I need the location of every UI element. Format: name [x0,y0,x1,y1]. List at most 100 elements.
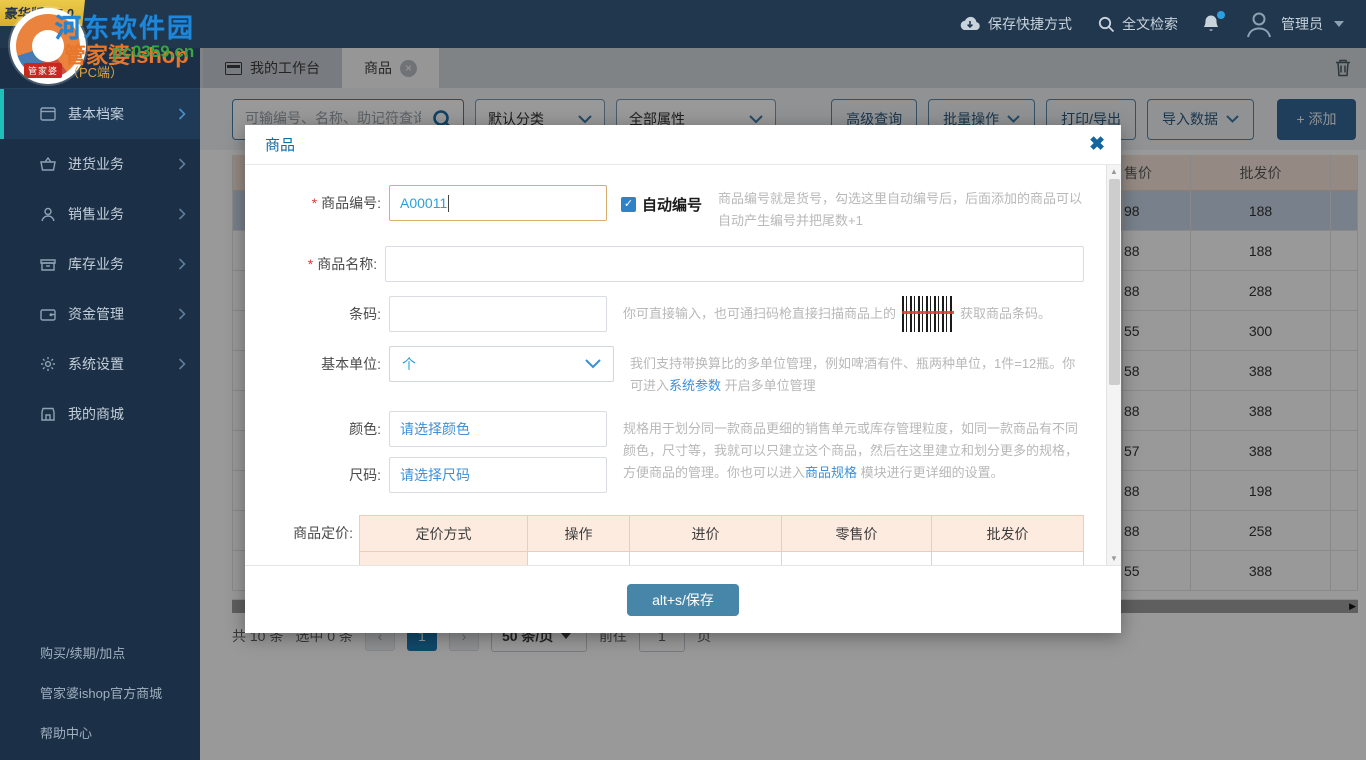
watermark-site-name: 河东软件园 [55,13,196,43]
sidebar-item-label: 进货业务 [68,156,124,172]
pricing-table: 定价方式 操作 进价 零售价 批发价 统一定价 0 0 0 [359,515,1084,565]
global-search-button[interactable]: 全文检索 [1090,14,1186,34]
chevron-right-icon [178,158,186,170]
official-mall-link[interactable]: 管家婆ishop官方商城 [0,672,200,712]
close-icon[interactable]: ✖ [1089,133,1105,156]
pricing-method-cell: 统一定价 [359,551,528,565]
pricing-col-retail: 零售价 [781,515,932,552]
product-code-input[interactable]: A00011 [389,185,607,221]
product-code-value: A00011 [400,195,448,211]
logo-zone: 豪华版 V5.0 管家婆 管家婆ishop （PC端） 河东软件园 pc0359… [0,0,200,92]
sidebar-item-inventory[interactable]: 库存业务 [0,239,200,289]
barcode-hint-after: 获取商品条码。 [960,306,1052,321]
base-unit-hint: 我们支持带换算比的多单位管理，例如啤酒有件、瓶两种单位，1件=12瓶。你可进入系… [630,353,1084,397]
required-asterisk: * [307,256,314,272]
sidebar-item-sales[interactable]: 销售业务 [0,189,200,239]
modal-footer: alt+s/保存 [245,565,1121,633]
help-center-link[interactable]: 帮助中心 [0,712,200,752]
product-code-label: 商品编号: [321,195,381,211]
product-name-input[interactable] [384,246,1085,282]
base-unit-value: 个 [402,356,416,372]
color-row: 颜色: 请选择颜色 [267,411,607,447]
size-placeholder: 请选择尺码 [400,467,470,483]
notifications-button[interactable] [1196,11,1226,34]
save-button[interactable]: alt+s/保存 [627,583,739,616]
notification-dot [1217,11,1225,19]
text-cursor [448,194,450,212]
size-picker[interactable]: 请选择尺码 [389,457,607,493]
unit-hint-after: 开启多单位管理 [721,378,816,393]
retail-price-cell[interactable]: 0 [781,551,932,565]
scroll-down-arrow-icon[interactable]: ▼ [1110,554,1118,563]
pricing-data-row: 统一定价 0 0 0 [359,551,1084,565]
base-unit-row: 基本单位: 个 我们支持带换算比的多单位管理，例如啤酒有件、瓶两种单位，1件=1… [267,346,1084,397]
pricing-header-row: 定价方式 操作 进价 零售价 批发价 [359,515,1084,552]
auto-number-checkbox[interactable]: ✓ 自动编号 [621,194,702,215]
basket-icon [40,157,56,171]
product-spec-link[interactable]: 商品规格 [805,465,857,480]
global-search-label: 全文检索 [1122,16,1178,32]
base-unit-label: 基本单位: [321,356,381,372]
pricing-row: 商品定价: 定价方式 操作 进价 零售价 批发价 统一定价 0 0 [267,515,1084,565]
watermark-site-domain: pc0359.cn [112,42,195,61]
color-placeholder: 请选择颜色 [400,421,470,437]
color-picker[interactable]: 请选择颜色 [389,411,607,447]
gear-icon [40,356,56,372]
required-asterisk: * [311,195,318,211]
wholesale-price-cell[interactable]: 0 [931,551,1084,565]
checkbox-checked-icon: ✓ [621,197,636,212]
pricing-col-action: 操作 [527,515,630,552]
chevron-right-icon [178,208,186,220]
sidebar-item-label: 资金管理 [68,306,124,322]
modal-body: * 商品编号: A00011 ✓ 自动编号 商品编号就是货号，勾选这里自动编号后，… [245,165,1121,565]
barcode-row: 条码: 你可直接输入，也可通扫码枪直接扫描商品上的 获取商品条码。 [267,296,1084,332]
save-shortcut-label: 保存快捷方式 [988,16,1072,32]
scroll-up-arrow-icon[interactable]: ▲ [1110,167,1118,176]
pricing-col-purchase: 进价 [629,515,782,552]
storefront-icon [40,407,56,421]
chevron-right-icon [178,308,186,320]
person-icon [40,207,56,222]
spec-fields: 颜色: 请选择颜色 尺码: 请选择尺码 [267,411,607,503]
sidebar-item-settings[interactable]: 系统设置 [0,339,200,389]
spec-hint-after: 模块进行更详细的设置。 [857,465,1004,480]
sidebar-item-label: 库存业务 [68,256,124,272]
save-shortcut-button[interactable]: 保存快捷方式 [951,14,1080,34]
barcode-label: 条码: [349,306,381,322]
sidebar-item-purchase[interactable]: 进货业务 [0,139,200,189]
cloud-download-icon [959,16,981,32]
color-label: 颜色: [349,421,381,437]
product-modal: 商品 ✖ * 商品编号: A00011 ✓ 自动编号 商品编号就是货号，勾选这里自… [245,125,1121,633]
archive-card-icon [40,107,56,121]
user-menu[interactable]: 管理员 [1236,9,1352,39]
logo-seal-text: 管家婆 [24,63,63,78]
scrollbar-thumb[interactable] [1109,179,1120,385]
chevron-down-icon [585,359,601,369]
header-actions: 保存快捷方式 全文检索 管理员 [951,0,1352,48]
size-label: 尺码: [349,467,381,483]
chevron-right-icon [178,358,186,370]
buy-renew-link[interactable]: 购买/续期/加点 [0,632,200,672]
modal-scrollbar[interactable]: ▲ ▼ [1106,165,1121,565]
sidebar-item-label: 基本档案 [68,106,124,122]
box-icon [40,257,56,271]
username-label: 管理员 [1281,16,1323,32]
app-window: 我的工作台 商品 × 默认分类 全部属性 [0,0,1366,760]
sidebar-item-basic-archives[interactable]: 基本档案 [0,89,200,139]
barcode-image [902,296,955,332]
system-params-link[interactable]: 系统参数 [669,378,721,393]
barcode-hint: 你可直接输入，也可通扫码枪直接扫描商品上的 获取商品条码。 [623,296,1084,332]
pricing-col-method: 定价方式 [359,515,528,552]
barcode-hint-before: 你可直接输入，也可通扫码枪直接扫描商品上的 [623,306,897,321]
wallet-icon [40,308,56,321]
product-name-label: 商品名称: [317,256,378,272]
barcode-input[interactable] [389,296,607,332]
sidebar-item-my-mall[interactable]: 我的商城 [0,389,200,439]
sidebar-item-funds[interactable]: 资金管理 [0,289,200,339]
product-code-hint: 商品编号就是货号，勾选这里自动编号后，后面添加的商品可以自动产生编号并把尾数+1 [718,191,1083,228]
sidebar-item-label: 系统设置 [68,356,124,372]
pricing-action-cell [527,551,630,565]
spec-section: 颜色: 请选择颜色 尺码: 请选择尺码 规格用于划分同一款商品更细的销售单元或库… [267,411,1084,503]
purchase-price-cell[interactable]: 0 [629,551,782,565]
base-unit-select[interactable]: 个 [389,346,614,382]
